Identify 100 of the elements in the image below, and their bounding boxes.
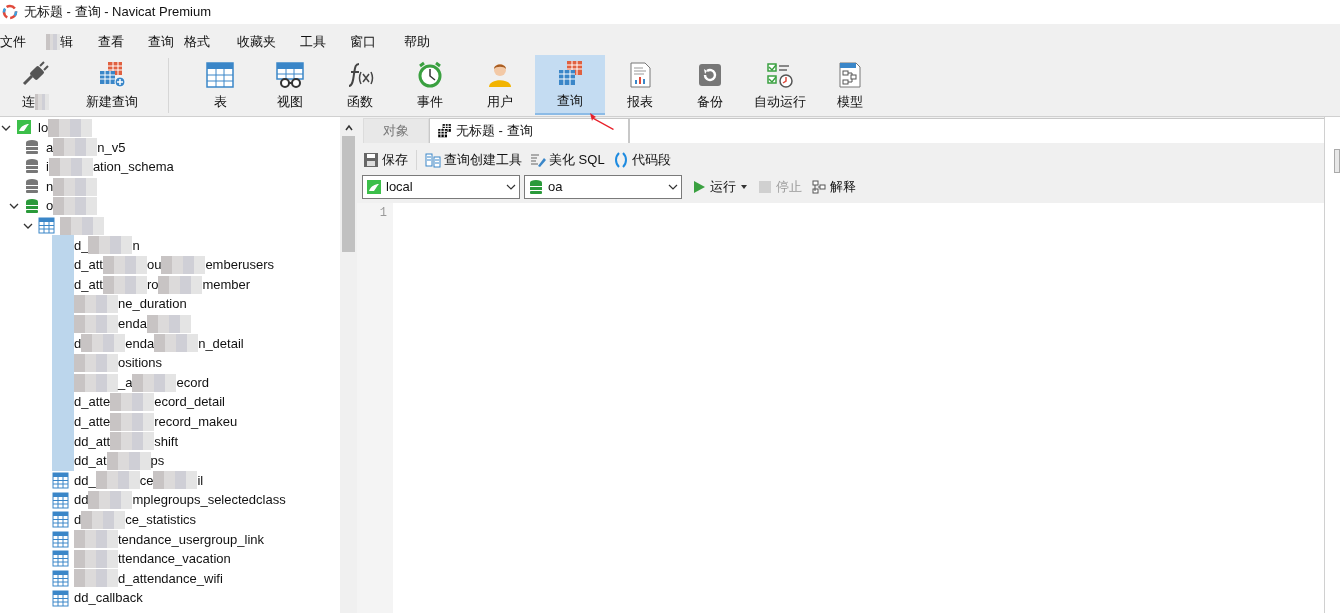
tree-item-label[interactable]: ecord_detail bbox=[154, 392, 225, 412]
redaction-mosaic bbox=[110, 393, 155, 412]
toolbar-button[interactable]: 事件 bbox=[395, 55, 465, 115]
tree-item-label[interactable]: ce_statistics bbox=[125, 509, 197, 530]
tree-item-label[interactable]: d_atte bbox=[74, 411, 111, 432]
redaction-mosaic bbox=[53, 138, 98, 157]
tree-item-label[interactable]: d_att bbox=[74, 274, 103, 295]
tables-icon bbox=[436, 123, 452, 139]
tree-item-label[interactable]: dd_ bbox=[74, 470, 96, 491]
tree-item-label[interactable]: a bbox=[46, 137, 54, 158]
tree-item-label[interactable]: member bbox=[202, 274, 251, 295]
table-plus-icon bbox=[97, 60, 127, 90]
redaction-mosaic bbox=[53, 177, 98, 196]
toolbar-button[interactable]: 解释 bbox=[812, 177, 856, 197]
tree-item-label[interactable]: n_detail bbox=[198, 333, 244, 354]
redaction-mosaic bbox=[95, 471, 140, 490]
tree-item-label[interactable]: d_ bbox=[74, 235, 89, 256]
menu-item[interactable]: 查询 bbox=[148, 32, 174, 52]
toolbar-button[interactable]: 运行 bbox=[692, 177, 748, 197]
tree-item-label[interactable]: d bbox=[74, 509, 82, 530]
tree-item-label[interactable]: lo bbox=[38, 118, 49, 138]
table-icon bbox=[52, 472, 69, 489]
menu-item[interactable]: 工具 bbox=[300, 32, 326, 52]
toolbar-button[interactable]: 用户 bbox=[465, 55, 535, 115]
tree-item-label[interactable]: ps bbox=[150, 451, 165, 471]
redaction-mosaic bbox=[48, 158, 93, 176]
tree-item-label[interactable]: ositions bbox=[118, 353, 163, 373]
toolbar-button[interactable]: 函数 bbox=[325, 55, 395, 115]
connection-icon bbox=[366, 179, 382, 195]
tree-item-label[interactable]: dd_callback bbox=[74, 588, 143, 608]
toolbar-button[interactable]: 表 bbox=[185, 55, 255, 115]
line-number: 1 bbox=[379, 205, 387, 222]
scrollbar-thumb[interactable] bbox=[342, 136, 355, 252]
scroll-up-icon bbox=[343, 123, 354, 133]
table-icon bbox=[52, 511, 69, 529]
redaction-mosaic bbox=[88, 491, 133, 510]
tree-item-label[interactable]: ecord bbox=[176, 372, 209, 393]
tree-item-label[interactable]: record_makeu bbox=[154, 411, 238, 432]
redaction-mosaic bbox=[153, 471, 198, 490]
redaction-mosaic bbox=[81, 510, 126, 529]
redaction-mosaic bbox=[34, 94, 49, 110]
scrollbar[interactable] bbox=[340, 117, 357, 613]
toolbar-button[interactable]: 备份 bbox=[675, 55, 745, 115]
tree-item-label[interactable]: d_attendance_wifi bbox=[118, 568, 223, 589]
tab[interactable]: 对象 bbox=[363, 118, 429, 143]
menu-item[interactable]: 收藏夹 bbox=[237, 32, 276, 52]
diagram-icon bbox=[812, 180, 826, 194]
table-icon bbox=[52, 550, 69, 568]
toolbar-button[interactable]: 报表 bbox=[605, 55, 675, 115]
menu-item[interactable]: 文件 bbox=[0, 32, 26, 52]
toolbar-button[interactable]: 模型 bbox=[815, 55, 885, 115]
tree-item-label[interactable]: d_att bbox=[74, 255, 103, 275]
tree-item-label[interactable]: dd bbox=[74, 490, 89, 510]
tab[interactable]: 无标题 - 查询 bbox=[429, 118, 629, 143]
menu-item[interactable]: 辑 bbox=[60, 32, 73, 52]
checklist-clock-icon bbox=[765, 60, 795, 90]
tree-item-label[interactable]: emberusers bbox=[205, 255, 275, 275]
tree-item-label[interactable]: tendance_usergroup_link bbox=[118, 529, 264, 549]
tree-item-label[interactable]: enda bbox=[118, 314, 147, 334]
tree-item-label[interactable]: n_v5 bbox=[97, 137, 126, 158]
redaction-mosaic bbox=[53, 197, 98, 216]
menu-item[interactable]: 查看 bbox=[98, 32, 124, 52]
toolbar-button[interactable]: 保存 bbox=[363, 150, 408, 170]
toolbar-button[interactable]: 查询创建工具 bbox=[425, 150, 522, 170]
tree-item-label[interactable]: _a bbox=[118, 372, 133, 393]
toolbar-button[interactable]: 视图 bbox=[255, 55, 325, 115]
lines-pen-icon bbox=[530, 152, 546, 168]
tree-item-label[interactable]: o bbox=[46, 196, 54, 216]
tree-item-label[interactable]: ce bbox=[139, 470, 154, 491]
tree-item-label[interactable]: ttendance_vacation bbox=[118, 549, 231, 569]
tree-item-label[interactable]: mplegroups_selectedclass bbox=[132, 490, 286, 510]
tree-item-label[interactable]: n bbox=[46, 176, 54, 197]
save-icon bbox=[363, 152, 379, 168]
dropdown[interactable]: local bbox=[362, 175, 520, 199]
tree-item-label[interactable]: ation_schema bbox=[92, 157, 174, 177]
tree-item-label[interactable]: d_atte bbox=[74, 392, 111, 412]
app-logo-icon bbox=[2, 4, 18, 20]
tree-item-label[interactable]: ro bbox=[146, 274, 159, 295]
tree-item-label[interactable]: ne_duration bbox=[118, 294, 187, 314]
toolbar-button[interactable]: 自动运行 bbox=[745, 55, 815, 115]
toolbar-button[interactable]: 美化 SQL bbox=[530, 150, 605, 170]
parentheses-icon bbox=[612, 152, 629, 168]
toolbar-button[interactable]: 连 bbox=[0, 55, 70, 115]
tree-item-label[interactable]: dd_at bbox=[74, 451, 107, 471]
toolbar-button[interactable]: 新建查询 bbox=[72, 55, 152, 115]
dropdown[interactable]: oa bbox=[524, 175, 682, 199]
tree-item-label[interactable]: d bbox=[74, 333, 82, 354]
toolbar-button[interactable]: 代码段 bbox=[612, 150, 671, 170]
tree-item-label[interactable]: ou bbox=[146, 255, 162, 275]
menu-item[interactable]: 格式 bbox=[184, 32, 210, 52]
redaction-mosaic bbox=[81, 334, 126, 353]
tree-item-label[interactable]: shift bbox=[154, 431, 178, 452]
tree-item-label[interactable]: dd_att bbox=[74, 431, 111, 452]
menu-item[interactable]: 窗口 bbox=[350, 32, 376, 52]
tree-item-label[interactable]: enda bbox=[125, 333, 155, 354]
tree-item-label[interactable]: il bbox=[197, 470, 204, 491]
menu-item[interactable]: 帮助 bbox=[404, 32, 430, 52]
tree-item-label[interactable]: n bbox=[132, 235, 140, 256]
toolbar-button[interactable]: 查询 bbox=[535, 55, 605, 115]
redaction-mosaic bbox=[132, 373, 177, 392]
